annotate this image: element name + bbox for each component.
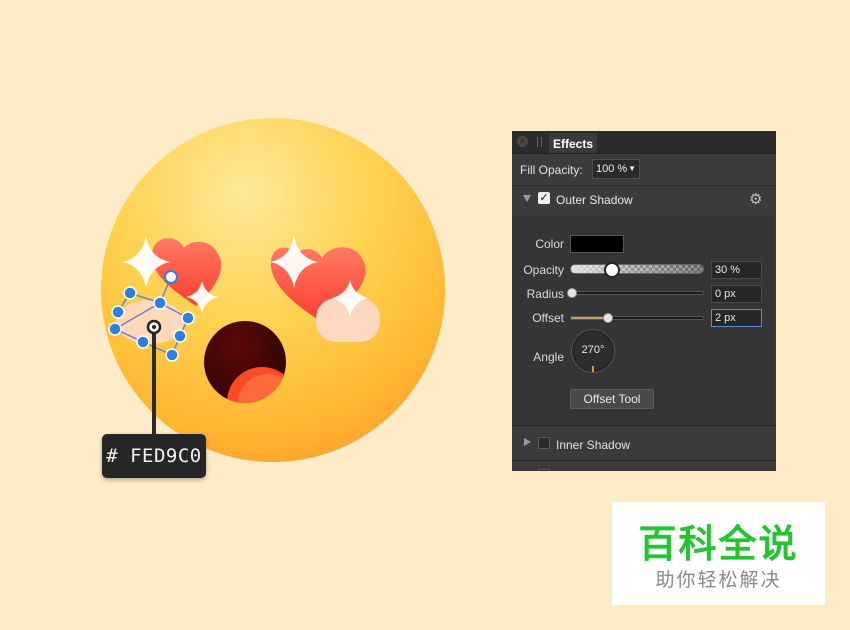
- offset-slider-knob[interactable]: [602, 313, 613, 323]
- offset-tool-button[interactable]: Offset Tool: [570, 389, 654, 409]
- next-effect-checkbox[interactable]: [538, 469, 550, 471]
- fill-opacity-label: Fill Opacity:: [520, 163, 583, 177]
- outer-shadow-header[interactable]: ✓ Outer Shadow ⚙: [512, 186, 776, 214]
- panel-tab-bar: × Effects: [512, 131, 776, 154]
- watermark-logo: 百科全说 助你轻松解决: [612, 502, 825, 605]
- canvas: { "canvas": { "background_color": "#feeb…: [0, 0, 850, 630]
- effects-panel: × Effects Fill Opacity: 100 % ▼ ✓ Outer …: [512, 131, 776, 471]
- disclosure-triangle-icon[interactable]: [524, 438, 531, 446]
- radius-field[interactable]: 0 px: [711, 285, 762, 303]
- outer-shadow-checkbox[interactable]: ✓: [538, 192, 550, 204]
- radius-label: Radius: [526, 287, 564, 301]
- opacity-slider-gradient: [571, 265, 703, 273]
- angle-indicator: [592, 366, 594, 372]
- watermark-subtitle: 助你轻松解决: [655, 569, 782, 591]
- fill-opacity-select[interactable]: 100 % ▼: [592, 159, 640, 179]
- fill-opacity-value: 100 %: [596, 163, 628, 175]
- opacity-slider-knob[interactable]: [603, 262, 620, 278]
- color-label: Color: [535, 237, 564, 251]
- watermark-title: 百科全说: [638, 522, 799, 566]
- fill-opacity-row: Fill Opacity: 100 % ▼: [512, 157, 776, 183]
- tab-effects[interactable]: Effects: [549, 133, 598, 153]
- offset-slider[interactable]: [570, 313, 704, 323]
- offset-slider-fill: [571, 317, 607, 319]
- outer-shadow-label: Outer Shadow: [556, 193, 633, 207]
- opacity-field[interactable]: 30 %: [711, 261, 762, 279]
- angle-label: Angle: [533, 350, 564, 364]
- offset-label: Offset: [532, 311, 564, 325]
- offset-field[interactable]: 2 px: [711, 309, 762, 327]
- gear-icon[interactable]: ⚙: [749, 190, 762, 208]
- disclosure-triangle-icon[interactable]: [523, 195, 531, 202]
- radius-slider[interactable]: [567, 288, 704, 298]
- dropdown-arrow-icon: ▼: [628, 164, 636, 173]
- opacity-slider[interactable]: [570, 262, 704, 278]
- angle-dial[interactable]: 270°: [571, 329, 615, 373]
- opacity-label: Opacity: [523, 263, 564, 277]
- inner-shadow-checkbox[interactable]: [538, 437, 550, 449]
- inner-shadow-label: Inner Shadow: [556, 438, 631, 452]
- next-effect-section[interactable]: [512, 460, 776, 471]
- shadow-color-swatch[interactable]: [570, 235, 624, 253]
- angle-value: 270°: [581, 344, 605, 356]
- close-icon[interactable]: ×: [517, 136, 528, 147]
- drag-grip-icon[interactable]: [537, 137, 542, 147]
- radius-slider-knob[interactable]: [567, 288, 577, 298]
- inner-shadow-section[interactable]: Inner Shadow: [512, 425, 776, 460]
- color-hex-tooltip: # FED9C0: [102, 434, 206, 478]
